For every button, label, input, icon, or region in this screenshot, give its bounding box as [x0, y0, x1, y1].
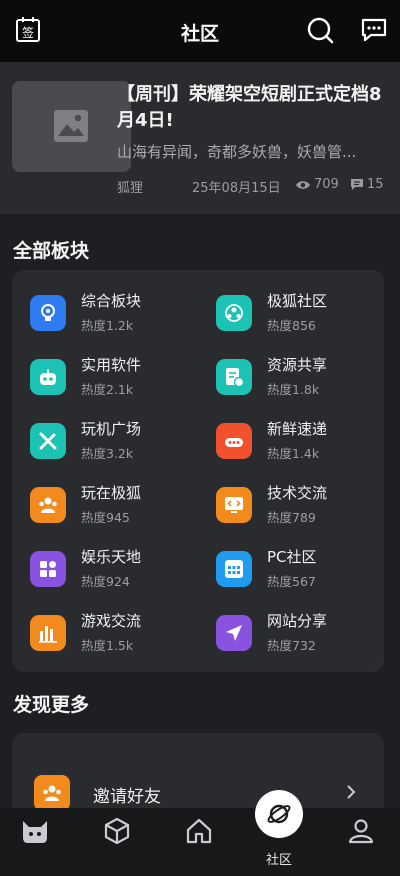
section-title-discover-more: 发现更多: [13, 694, 90, 716]
comment-icon: [351, 179, 363, 190]
search-icon[interactable]: [306, 16, 334, 44]
board-heat: 热度1.4k: [267, 446, 320, 461]
page-title: 社区: [180, 23, 219, 45]
boards-card: 综合板块 热度1.2k 极狐社区 热度856 实用软件 热度2.1k 资源共享 …: [12, 270, 384, 672]
board-item[interactable]: 网站分享 热度732: [216, 608, 396, 662]
keypad-icon: [216, 551, 252, 587]
board-heat: 热度856: [267, 318, 316, 333]
board-name: 资源共享: [267, 356, 328, 374]
nav-fox-icon[interactable]: [20, 816, 50, 846]
code-monitor-icon: [216, 487, 252, 523]
views-count: 709: [295, 177, 339, 192]
board-item[interactable]: 实用软件 热度2.1k: [30, 352, 210, 406]
comments-count: 15: [350, 177, 384, 192]
post-excerpt: 山海有异闻，奇都多妖兽，妖兽管...: [117, 143, 357, 161]
board-name: PC社区: [267, 548, 317, 566]
board-item[interactable]: 娱乐天地 热度924: [30, 544, 210, 598]
board-heat: 热度1.8k: [267, 382, 320, 397]
board-heat: 热度924: [81, 574, 130, 589]
views-value: 709: [314, 177, 339, 192]
board-name: 游戏交流: [81, 612, 142, 630]
delivery-icon: [216, 423, 252, 459]
post-thumbnail: [12, 81, 131, 172]
bar-chart-icon: [30, 615, 66, 651]
nav-home-icon[interactable]: [184, 816, 214, 846]
board-heat: 热度1.2k: [81, 318, 134, 333]
board-heat: 热度567: [267, 574, 316, 589]
board-name: 极狐社区: [267, 292, 328, 310]
board-heat: 热度789: [267, 510, 316, 525]
post-date: 25年08月15日: [192, 181, 281, 196]
nav-cube-icon[interactable]: [102, 816, 132, 846]
board-name: 玩在极狐: [81, 484, 142, 502]
board-name: 网站分享: [267, 612, 328, 630]
board-item[interactable]: 极狐社区 热度856: [216, 288, 396, 342]
invite-friends-label[interactable]: 邀请好友: [93, 782, 161, 807]
nav-profile-icon[interactable]: [346, 816, 376, 846]
board-item[interactable]: 资源共享 热度1.8k: [216, 352, 396, 406]
board-name: 娱乐天地: [81, 548, 142, 566]
bottom-navigation: [0, 808, 400, 876]
board-item[interactable]: 玩机广场 热度3.2k: [30, 416, 210, 470]
board-item[interactable]: PC社区 热度567: [216, 544, 396, 598]
board-item[interactable]: 综合板块 热度1.2k: [30, 288, 210, 342]
section-title-all-boards: 全部板块: [13, 240, 90, 262]
board-heat: 热度1.5k: [81, 638, 134, 653]
planet-icon: [267, 804, 291, 824]
board-name: 实用软件: [81, 356, 142, 374]
board-heat: 热度2.1k: [81, 382, 134, 397]
invite-friends-icon: [34, 775, 70, 811]
board-item[interactable]: 技术交流 热度789: [216, 480, 396, 534]
people-icon: [30, 487, 66, 523]
board-item[interactable]: 游戏交流 热度1.5k: [30, 608, 210, 662]
board-heat: 热度732: [267, 638, 316, 653]
lightbulb-icon: [30, 295, 66, 331]
message-icon[interactable]: [360, 16, 388, 44]
board-item[interactable]: 新鲜速递 热度1.4k: [216, 416, 396, 470]
nav-community-button[interactable]: [255, 790, 303, 838]
eye-icon: [296, 181, 310, 189]
board-name: 玩机广场: [81, 420, 142, 438]
board-name: 综合板块: [81, 292, 142, 310]
comments-value: 15: [367, 177, 384, 192]
board-heat: 热度945: [81, 510, 130, 525]
chevron-right-icon[interactable]: [343, 783, 359, 801]
tools-icon: [30, 423, 66, 459]
send-arrow-icon: [216, 615, 252, 651]
post-author: 狐狸: [117, 181, 144, 196]
document-share-icon: [216, 359, 252, 395]
robot-icon: [30, 359, 66, 395]
board-item[interactable]: 玩在极狐 热度945: [30, 480, 210, 534]
community-icon: [216, 295, 252, 331]
board-heat: 热度3.2k: [81, 446, 134, 461]
post-title: 【周刊】荣耀架空短剧正式定档8月4日!: [117, 84, 382, 131]
nav-community-label: 社区: [265, 853, 292, 868]
top-bar: 签 社区: [0, 0, 400, 62]
board-name: 新鲜速递: [267, 420, 328, 438]
image-placeholder-icon: [54, 110, 88, 142]
grid-icon: [30, 551, 66, 587]
board-name: 技术交流: [267, 484, 328, 502]
featured-post[interactable]: 【周刊】荣耀架空短剧正式定档8月4日! 山海有异闻，奇都多妖兽，妖兽管... 狐…: [0, 62, 400, 214]
